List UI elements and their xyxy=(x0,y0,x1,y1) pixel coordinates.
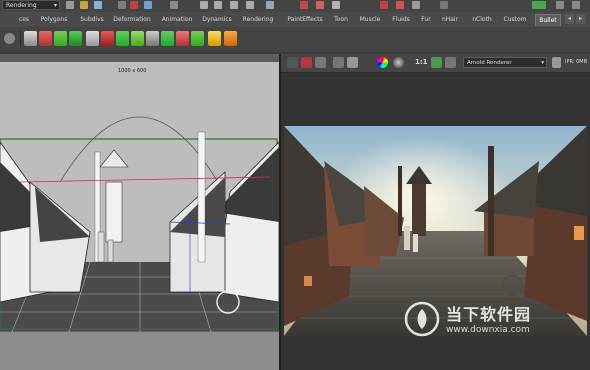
shelf-tab-rendering[interactable]: Rendering xyxy=(238,14,278,26)
viewport-panel-header xyxy=(0,54,279,62)
render-view-toolbar: 1:1 Arnold Renderer ▾ IPR: 0MB xyxy=(281,54,590,73)
shelf-tab-subdivs[interactable]: Subdivs xyxy=(76,14,108,26)
shelf-scroll-left-icon[interactable]: ◂ xyxy=(565,14,574,24)
save-scene-icon[interactable] xyxy=(94,1,102,9)
shelf-tab-custom[interactable]: Custom xyxy=(500,14,530,26)
shelf-tab-ces[interactable]: ces xyxy=(14,14,34,26)
shelf-tab-deformation[interactable]: Deformation xyxy=(110,14,154,26)
bullet-rigid-body-icon[interactable] xyxy=(24,31,37,46)
ipr-icon[interactable] xyxy=(301,57,312,68)
alpha-channel-icon[interactable] xyxy=(393,57,404,68)
bullet-hinge-icon[interactable] xyxy=(131,31,144,46)
batch-render-icon[interactable] xyxy=(396,1,404,9)
bullet-cloth-icon[interactable] xyxy=(69,31,82,46)
render-current-frame-icon[interactable] xyxy=(300,1,308,9)
modeling-toolkit-icon[interactable] xyxy=(532,1,546,9)
ipr-render-icon[interactable] xyxy=(316,1,324,9)
ipr-menu-icon[interactable] xyxy=(552,57,561,68)
redo-render-icon[interactable] xyxy=(287,57,298,68)
snapshot-icon[interactable] xyxy=(315,57,326,68)
shelf xyxy=(0,27,590,52)
input-line-icon[interactable] xyxy=(440,1,448,9)
menu-set-select[interactable]: Rendering ▾ xyxy=(2,0,60,10)
select-component-icon[interactable] xyxy=(144,1,152,9)
shelf-tab-painteffects[interactable]: PaintEffects xyxy=(282,14,328,26)
watermark-brand: 当下软件园 xyxy=(446,305,532,324)
ipr-memory-label: IPR: 0MB xyxy=(565,59,588,65)
shelf-tab-animation[interactable]: Animation xyxy=(158,14,196,26)
bullet-generic-constraint-icon[interactable] xyxy=(191,31,204,46)
remove-image-icon[interactable] xyxy=(445,57,456,68)
mask-icon[interactable] xyxy=(170,1,178,9)
hypershade-icon[interactable] xyxy=(412,1,420,9)
snap-point-icon[interactable] xyxy=(230,1,238,9)
bullet-bowling-pin-icon[interactable] xyxy=(86,31,99,46)
keep-image-icon[interactable] xyxy=(431,57,442,68)
zoom-ratio-button[interactable]: 1:1 xyxy=(415,56,428,69)
shelf-menu-gear-icon[interactable] xyxy=(4,33,15,44)
bullet-slider-icon[interactable] xyxy=(161,31,174,46)
bullet-active-body-icon[interactable] xyxy=(39,31,52,46)
shelf-tab-toon[interactable]: Toon xyxy=(330,14,352,26)
watermark-logo xyxy=(404,301,440,337)
menu-set-value: Rendering xyxy=(6,2,37,9)
bullet-spring-icon[interactable] xyxy=(146,31,159,46)
shelf-tab-bar: ces Polygons Subdivs Deformation Animation Dy… xyxy=(0,12,590,28)
snap-view-icon[interactable] xyxy=(246,1,254,9)
shelf-tab-fluids[interactable]: Fluids xyxy=(388,14,414,26)
open-scene-icon[interactable] xyxy=(80,1,88,9)
watermark-url: www.downxia.com xyxy=(446,325,530,335)
shelf-divider xyxy=(20,31,21,47)
playblast-icon[interactable] xyxy=(380,1,388,9)
select-object-icon[interactable] xyxy=(130,1,138,9)
bullet-select-icon[interactable] xyxy=(208,31,221,46)
shelf-tab-dynamics[interactable]: Dynamics xyxy=(200,14,234,26)
new-scene-icon[interactable] xyxy=(66,1,74,9)
renderer-value: Arnold Renderer xyxy=(467,60,512,66)
resolution-gate-label: 1000 x 600 xyxy=(118,68,146,74)
bullet-soft-body-icon[interactable] xyxy=(54,31,67,46)
history-icon[interactable] xyxy=(266,1,274,9)
select-hierarchy-icon[interactable] xyxy=(118,1,126,9)
shelf-tab-nhair[interactable]: nHair xyxy=(438,14,462,26)
bullet-ragdoll-icon[interactable] xyxy=(101,31,114,46)
shelf-tab-polygons[interactable]: Polygons xyxy=(36,14,72,26)
shelf-tab-ncloth[interactable]: nCloth xyxy=(468,14,496,26)
renderer-select[interactable]: Arnold Renderer ▾ xyxy=(463,57,547,68)
channel-box-icon[interactable] xyxy=(556,1,564,9)
chevron-down-icon: ▾ xyxy=(53,2,57,9)
bullet-constraint-icon[interactable] xyxy=(116,31,129,46)
color-channels-icon[interactable] xyxy=(377,57,388,68)
shelf-scroll-right-icon[interactable]: ▸ xyxy=(576,14,585,24)
bullet-bake-icon[interactable] xyxy=(224,31,237,46)
wireframe-scene[interactable]: 1000 x 600 xyxy=(0,62,279,370)
shelf-tab-fur[interactable]: Fur xyxy=(418,14,434,26)
snap-grid-icon[interactable] xyxy=(200,1,208,9)
bullet-cone-twist-icon[interactable] xyxy=(176,31,189,46)
snap-curve-icon[interactable] xyxy=(214,1,222,9)
viewport-perspective[interactable]: 1000 x 600 xyxy=(0,54,281,370)
region-icon[interactable] xyxy=(347,57,358,68)
render-settings-icon[interactable] xyxy=(332,1,340,9)
refresh-icon[interactable] xyxy=(333,57,344,68)
shelf-tab-muscle[interactable]: Muscle xyxy=(356,14,384,26)
chevron-down-icon: ▾ xyxy=(541,60,544,66)
shelf-tab-bullet[interactable]: Bullet xyxy=(535,14,561,26)
attribute-editor-icon[interactable] xyxy=(572,1,580,9)
